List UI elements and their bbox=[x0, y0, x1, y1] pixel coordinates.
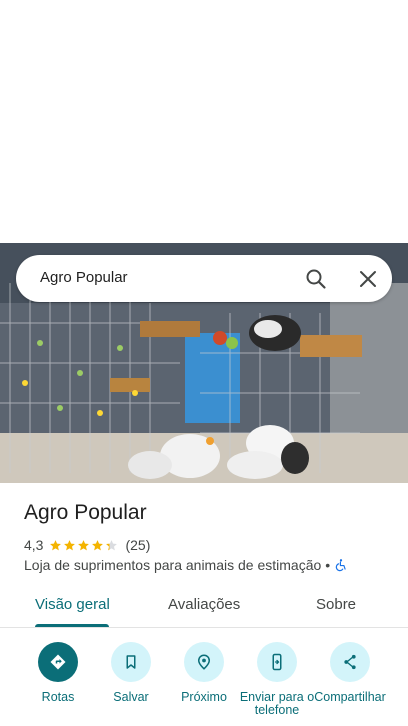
tab-about[interactable]: Sobre bbox=[316, 596, 356, 613]
save-button[interactable]: Salvar bbox=[91, 640, 171, 704]
nearby-icon bbox=[197, 654, 211, 670]
map-area-blank bbox=[0, 0, 408, 243]
tab-bar: Visão geral Avaliações Sobre bbox=[0, 586, 408, 628]
share-icon-circle[interactable] bbox=[330, 642, 370, 682]
save-label: Salvar bbox=[113, 690, 149, 704]
star-icon bbox=[78, 539, 90, 550]
active-tab-indicator bbox=[35, 624, 109, 627]
share-icon bbox=[344, 654, 356, 670]
save-icon-circle[interactable] bbox=[111, 642, 151, 682]
rating-value: 4,3 bbox=[24, 537, 44, 553]
send-to-phone-icon bbox=[272, 653, 282, 671]
nearby-label: Próximo bbox=[181, 690, 227, 704]
nearby-button[interactable]: Próximo bbox=[164, 640, 244, 704]
share-button[interactable]: Compartilhar bbox=[310, 640, 390, 704]
directions-label: Rotas bbox=[41, 690, 75, 704]
tab-overview[interactable]: Visão geral bbox=[35, 596, 110, 613]
place-title: Agro Popular bbox=[24, 501, 147, 524]
review-count[interactable]: (25) bbox=[125, 537, 150, 553]
close-icon[interactable] bbox=[356, 267, 380, 291]
star-icon bbox=[50, 539, 62, 550]
directions-icon-circle[interactable] bbox=[38, 642, 78, 682]
directions-icon bbox=[50, 654, 66, 670]
wheelchair-accessible-icon bbox=[335, 559, 346, 572]
share-label: Compartilhar bbox=[314, 690, 386, 704]
category-row: Loja de suprimentos para animais de esti… bbox=[24, 556, 348, 574]
separator-dot: • bbox=[325, 557, 331, 573]
send-to-phone-button[interactable]: Enviar para o telefone bbox=[237, 640, 317, 717]
star-icon bbox=[92, 539, 104, 550]
send-to-phone-label: Enviar para o telefone bbox=[239, 690, 315, 717]
search-icon[interactable] bbox=[304, 267, 328, 291]
tab-reviews[interactable]: Avaliações bbox=[168, 596, 240, 613]
nearby-icon-circle[interactable] bbox=[184, 642, 224, 682]
star-icon bbox=[106, 539, 118, 550]
send-to-phone-icon-circle[interactable] bbox=[257, 642, 297, 682]
search-bar[interactable]: Agro Popular bbox=[16, 255, 392, 302]
search-query[interactable]: Agro Popular bbox=[40, 269, 128, 286]
star-icon bbox=[64, 539, 76, 550]
action-bar: Rotas Salvar Próximo Enviar para o telef… bbox=[0, 640, 408, 726]
star-rating bbox=[49, 539, 119, 552]
bookmark-icon bbox=[126, 655, 136, 669]
directions-button[interactable]: Rotas bbox=[18, 640, 98, 704]
place-category: Loja de suprimentos para animais de esti… bbox=[24, 557, 322, 573]
rating-row[interactable]: 4,3 (25) bbox=[24, 536, 150, 554]
